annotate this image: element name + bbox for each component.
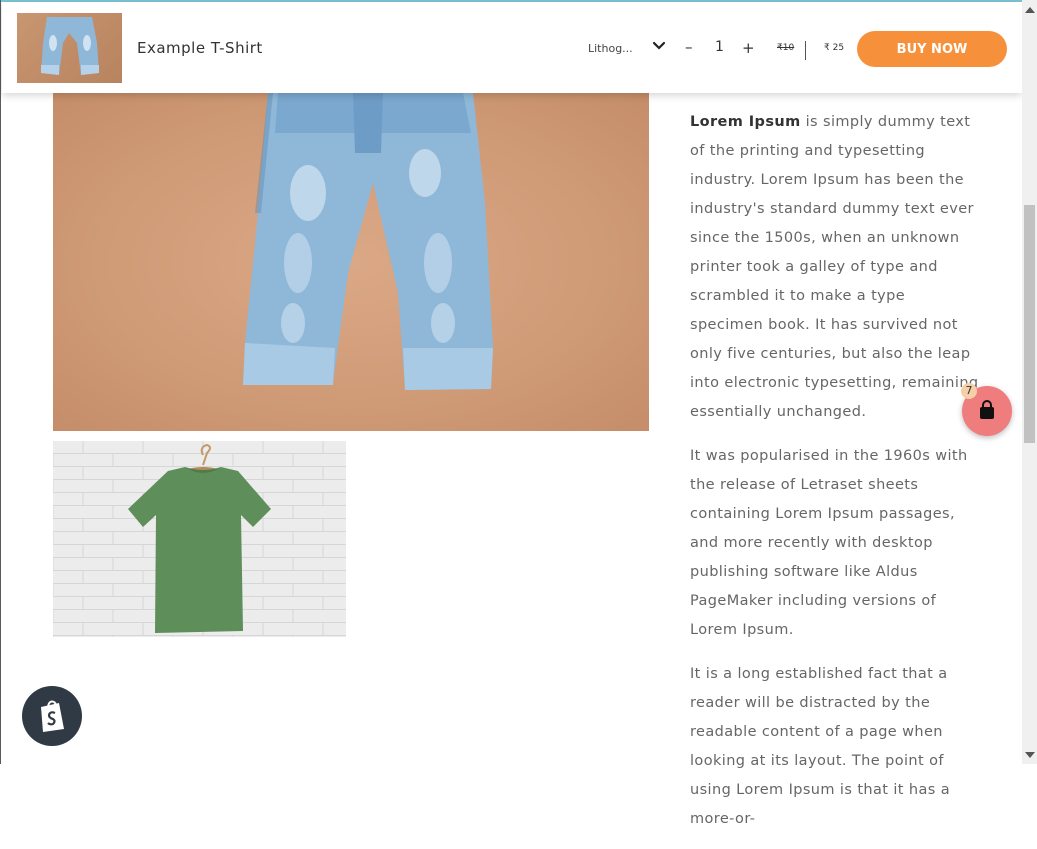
scroll-up-arrow-icon[interactable] [1025, 7, 1035, 13]
compare-at-price: ₹10 [777, 43, 795, 53]
description-p1-text: is simply dummy text of the printing and… [690, 114, 979, 420]
cart-count-badge: 7 [961, 383, 977, 399]
shopping-bag-icon [980, 400, 994, 419]
description-paragraph-2: It was popularised in the 1960s with the… [690, 448, 968, 638]
window-left-border [0, 0, 1, 764]
product-image-tshirt [53, 441, 346, 637]
description-bold-term: Lorem Ipsum [690, 114, 801, 130]
product-title: Example T-Shirt [137, 39, 263, 57]
current-price: ₹ 25 [824, 43, 845, 53]
quantity-decrease-button[interactable]: – [685, 38, 693, 56]
product-description: Lorem Ipsum is simply dummy text of the … [690, 108, 980, 849]
scrollbar-thumb[interactable] [1024, 205, 1035, 443]
description-paragraph-3: It is a long established fact that a rea… [690, 666, 951, 827]
quantity-value[interactable]: 1 [715, 39, 724, 55]
scroll-down-arrow-icon[interactable] [1025, 752, 1035, 758]
chevron-down-icon[interactable] [650, 37, 668, 55]
variant-select[interactable]: Lithog... [588, 42, 633, 55]
product-image-jeans [53, 93, 649, 431]
buy-now-button[interactable]: BUY NOW [857, 31, 1007, 67]
description-paragraph-1: Lorem Ipsum is simply dummy text of the … [690, 108, 980, 427]
sticky-buy-bar: Example T-Shirt Lithog... – 1 + ₹10 ₹ 25… [2, 2, 1022, 93]
cart-button[interactable]: 7 [961, 383, 1012, 436]
product-thumbnail [17, 13, 122, 83]
shopify-logo-icon [41, 700, 64, 732]
quantity-increase-button[interactable]: + [742, 39, 755, 57]
price-divider [805, 41, 806, 60]
shopify-badge[interactable] [22, 686, 82, 746]
